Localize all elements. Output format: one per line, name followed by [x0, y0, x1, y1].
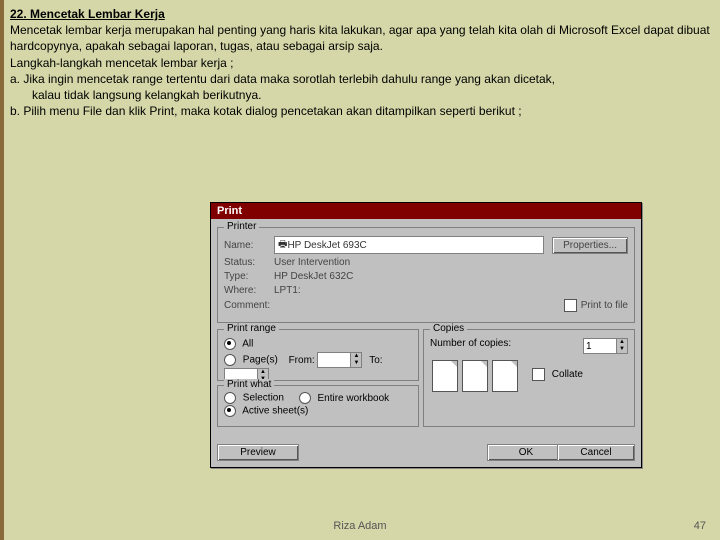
dialog-title: Print	[211, 203, 641, 219]
paragraph-2: Langkah-langkah mencetak lembar kerja ;	[10, 55, 710, 71]
print-to-file-checkbox[interactable]	[564, 299, 577, 312]
print-dialog: Print Printer Name: 🖶 HP DeskJet 693C Pr…	[210, 202, 642, 468]
active-sheets-label: Active sheet(s)	[242, 406, 308, 417]
paragraph-1: Mencetak lembar kerja merupakan hal pent…	[10, 22, 710, 54]
selection-radio[interactable]	[224, 392, 236, 404]
ok-button[interactable]: OK	[487, 444, 565, 461]
print-what-group: Print what Selection Entire workbook Act…	[217, 385, 419, 427]
selection-label: Selection	[243, 393, 284, 404]
printer-group: Printer Name: 🖶 HP DeskJet 693C Properti…	[217, 227, 635, 323]
name-label: Name:	[224, 240, 274, 251]
printer-group-label: Printer	[224, 221, 259, 232]
range-pages-label: Page(s)	[243, 355, 278, 366]
status-value: User Intervention	[274, 257, 350, 268]
comment-label: Comment:	[224, 300, 274, 311]
workbook-label: Entire workbook	[317, 393, 389, 404]
collate-icon	[462, 360, 488, 392]
to-label: To:	[369, 355, 382, 366]
paragraph-4: b. Pilih menu File dan klik Print, maka …	[10, 103, 710, 119]
collate-label: Collate	[552, 369, 583, 380]
section-heading: 22. Mencetak Lembar Kerja	[10, 6, 710, 22]
active-sheets-radio[interactable]	[224, 405, 236, 417]
body-text: 22. Mencetak Lembar Kerja Mencetak lemba…	[0, 0, 720, 119]
footer-author: Riza Adam	[0, 520, 720, 532]
print-range-label: Print range	[224, 323, 279, 334]
from-spinner[interactable]: ▲▼	[317, 352, 362, 368]
collate-icon	[432, 360, 458, 392]
type-value: HP DeskJet 632C	[274, 271, 353, 282]
print-what-label: Print what	[224, 379, 274, 390]
range-all-radio[interactable]	[224, 338, 236, 350]
status-label: Status:	[224, 257, 274, 268]
copies-label: Copies	[430, 323, 467, 334]
where-label: Where:	[224, 285, 274, 296]
printer-name-value: HP DeskJet 693C	[287, 240, 366, 251]
cancel-button[interactable]: Cancel	[557, 444, 635, 461]
collate-checkbox[interactable]	[532, 368, 545, 381]
footer-page-number: 47	[694, 520, 706, 532]
num-copies-label: Number of copies:	[430, 338, 511, 349]
range-pages-radio[interactable]	[224, 354, 236, 366]
workbook-radio[interactable]	[299, 392, 311, 404]
paragraph-3b: kalau tidak langsung kelangkah berikutny…	[32, 87, 710, 103]
paragraph-3a: a. Jika ingin mencetak range tertentu da…	[10, 71, 710, 87]
print-to-file-label: Print to file	[581, 300, 628, 311]
slide-accent-bar	[0, 0, 4, 540]
where-value: LPT1:	[274, 285, 301, 296]
type-label: Type:	[224, 271, 274, 282]
collate-icon	[492, 360, 518, 392]
properties-button[interactable]: Properties...	[552, 237, 628, 254]
copies-group: Copies Number of copies: ▲▼ Collate	[423, 329, 635, 427]
range-all-label: All	[242, 339, 253, 350]
print-range-group: Print range All Page(s) From: ▲▼ To: ▲▼	[217, 329, 419, 381]
preview-button[interactable]: Preview	[217, 444, 299, 461]
printer-icon: 🖶	[278, 237, 287, 254]
num-copies-spinner[interactable]: ▲▼	[583, 338, 628, 354]
from-label: From:	[289, 355, 315, 366]
printer-name-dropdown[interactable]: 🖶 HP DeskJet 693C	[274, 236, 544, 254]
